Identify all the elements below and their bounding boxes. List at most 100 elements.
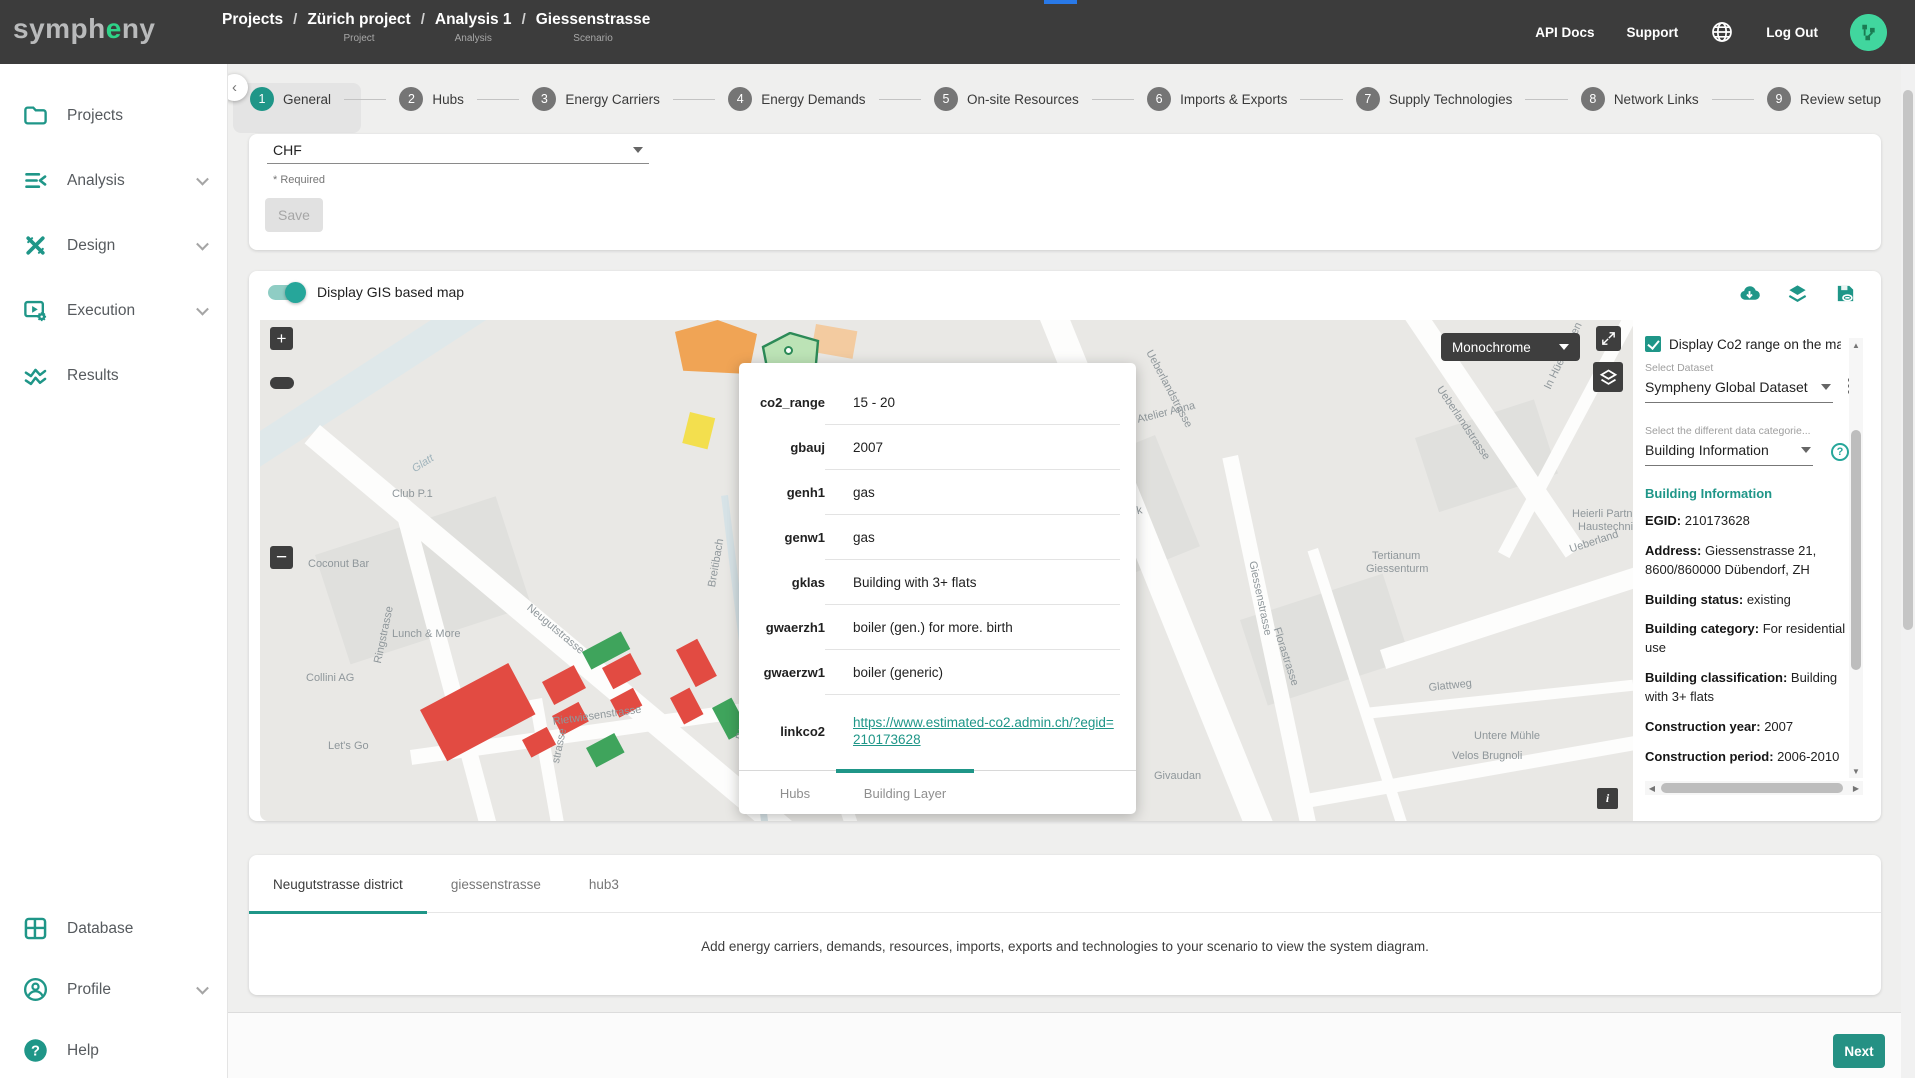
analysis-icon <box>22 167 49 194</box>
sidebar-item-database[interactable]: Database <box>0 898 227 959</box>
step-energy-carriers[interactable]: 3Energy Carriers <box>532 87 660 111</box>
scrollbar-thumb[interactable] <box>1851 430 1861 670</box>
co2-range-checkbox-row[interactable]: Display Co2 range on the ma <box>1645 336 1849 352</box>
map-label: Lunch & More <box>392 628 460 640</box>
checkbox-checked-icon[interactable] <box>1645 336 1661 352</box>
step-network-links[interactable]: 8Network Links <box>1581 87 1699 111</box>
building-field-address: Address: Giessenstrasse 21, 8600/860000 … <box>1645 542 1849 580</box>
sidebar-item-label: Design <box>67 237 115 255</box>
sidebar-item-analysis[interactable]: Analysis <box>0 148 227 213</box>
currency-select[interactable]: CHF <box>267 136 649 164</box>
sidebar-item-profile[interactable]: Profile <box>0 959 227 1020</box>
dataset-select[interactable]: Sympheny Global Dataset <box>1645 374 1833 403</box>
step-label: Network Links <box>1614 92 1699 107</box>
step-general[interactable]: 1General <box>250 87 331 111</box>
chevron-down-icon <box>1559 344 1569 350</box>
support-link[interactable]: Support <box>1627 25 1679 40</box>
step-supply-technologies[interactable]: 7Supply Technologies <box>1356 87 1513 111</box>
logout-link[interactable]: Log Out <box>1766 25 1818 40</box>
sidebar-item-design[interactable]: Design <box>0 213 227 278</box>
breadcrumb-item-giessenstrasse[interactable]: GiessenstrasseScenario <box>536 9 651 45</box>
popup-value[interactable]: https://www.estimated-co2.admin.ch/?egid… <box>853 714 1120 748</box>
general-form-card: CHF * Required Save <box>249 134 1881 250</box>
breadcrumb-separator: / <box>421 9 425 45</box>
breadcrumb-item-z-rich-project[interactable]: Zürich projectProject <box>307 9 410 45</box>
save-link-icon[interactable] <box>1834 282 1857 305</box>
sidebar-item-execution[interactable]: Execution <box>0 278 227 343</box>
api-docs-link[interactable]: API Docs <box>1535 25 1594 40</box>
map-label: Velos Brugnoli <box>1452 750 1522 762</box>
building-field-building-category: Building category: For residential use <box>1645 620 1849 658</box>
step-hubs[interactable]: 2Hubs <box>399 87 464 111</box>
step-on-site-resources[interactable]: 5On-site Resources <box>934 87 1079 111</box>
sidebar-item-results[interactable]: Results <box>0 343 227 408</box>
layers-icon[interactable] <box>1786 282 1809 305</box>
save-button[interactable]: Save <box>265 198 323 232</box>
page-scrollbar[interactable] <box>1901 64 1915 1078</box>
step-review-setup[interactable]: 9Review setup <box>1767 87 1881 111</box>
sidebar-item-help[interactable]: ?Help <box>0 1020 227 1078</box>
loading-bar <box>1044 0 1077 4</box>
panel-horizontal-scrollbar[interactable]: ◀ ▶ <box>1645 781 1863 795</box>
map-road <box>260 320 652 495</box>
scenario-stepper: 1General 2Hubs 3Energy Carriers 4Energy Dem… <box>250 85 1881 113</box>
scroll-right-icon[interactable]: ▶ <box>1849 781 1863 795</box>
co2-link[interactable]: https://www.estimated-co2.admin.ch/?egid… <box>853 715 1114 747</box>
gis-map-toggle[interactable] <box>268 285 304 300</box>
help-icon[interactable]: ? <box>1831 443 1849 461</box>
scrollbar-thumb[interactable] <box>1661 783 1843 793</box>
breadcrumb-item-projects[interactable]: Projects <box>222 9 283 45</box>
fullscreen-button[interactable] <box>1596 326 1621 351</box>
step-connector <box>879 99 921 100</box>
scroll-down-icon[interactable]: ▼ <box>1849 764 1863 778</box>
category-select[interactable]: Building Information <box>1645 437 1813 466</box>
panel-vertical-scrollbar[interactable]: ▲ ▼ <box>1849 338 1863 778</box>
scroll-left-icon[interactable]: ◀ <box>1645 781 1659 795</box>
expand-icon <box>1600 330 1617 347</box>
next-button[interactable]: Next <box>1833 1034 1885 1068</box>
breadcrumb-separator: / <box>522 9 526 45</box>
map-layers-button[interactable] <box>1593 362 1623 392</box>
step-connector <box>1712 99 1754 100</box>
database-icon <box>22 915 49 942</box>
chevron-down-icon <box>1801 447 1811 453</box>
scrollbar-thumb[interactable] <box>1903 90 1913 630</box>
step-energy-demands[interactable]: 4Energy Demands <box>728 87 865 111</box>
execution-icon <box>22 297 49 324</box>
sidebar-item-projects[interactable]: Projects <box>0 83 227 148</box>
folder-icon <box>22 102 49 129</box>
map-label: Club P.1 <box>392 488 433 500</box>
app-logo[interactable]: sympheny <box>13 13 156 45</box>
gis-map[interactable]: GlattClub P.1Coconut BarLunch & MoreColl… <box>260 320 1633 821</box>
popup-rows: co2_range15 - 20gbauj2007genh1gasgenw1ga… <box>739 380 1136 767</box>
tab-building-layer[interactable]: Building Layer <box>839 771 971 815</box>
scroll-up-icon[interactable]: ▲ <box>1849 338 1863 352</box>
map-style-select[interactable]: Monochrome <box>1441 333 1580 361</box>
popup-key: co2_range <box>739 395 825 410</box>
chevron-down-icon <box>196 302 209 315</box>
map-info-button[interactable]: i <box>1597 788 1618 809</box>
breadcrumb: Projects / Zürich projectProject / Analysis … <box>222 9 650 45</box>
tab-hub3[interactable]: hub3 <box>565 855 643 913</box>
app-root: sympheny Projects / Zürich projectProject /… <box>0 0 1915 1078</box>
tab-giessenstrasse[interactable]: giessenstrasse <box>427 855 565 913</box>
zoom-out-button[interactable]: − <box>270 546 293 569</box>
sidebar-item-label: Analysis <box>67 172 125 190</box>
tab-hubs[interactable]: Hubs <box>759 771 831 815</box>
step-connector <box>477 99 519 100</box>
step-number: 4 <box>728 87 752 111</box>
zoom-scale-widget[interactable] <box>270 377 294 389</box>
download-cloud-icon[interactable] <box>1738 282 1761 305</box>
map-label: Glatt <box>410 452 436 475</box>
globe-icon[interactable] <box>1710 20 1734 44</box>
avatar[interactable] <box>1850 14 1887 51</box>
tab-neugutstrasse-district[interactable]: Neugutstrasse district <box>249 855 427 913</box>
chevron-down-icon <box>1821 384 1831 390</box>
gis-toggle-label: Display GIS based map <box>317 284 464 300</box>
zoom-in-button[interactable]: + <box>270 327 293 350</box>
step-number: 6 <box>1147 87 1171 111</box>
map-label: Coconut Bar <box>308 558 369 570</box>
step-imports-exports[interactable]: 6Imports & Exports <box>1147 87 1287 111</box>
step-number: 1 <box>250 87 274 111</box>
breadcrumb-item-analysis-1[interactable]: Analysis 1Analysis <box>435 9 512 45</box>
